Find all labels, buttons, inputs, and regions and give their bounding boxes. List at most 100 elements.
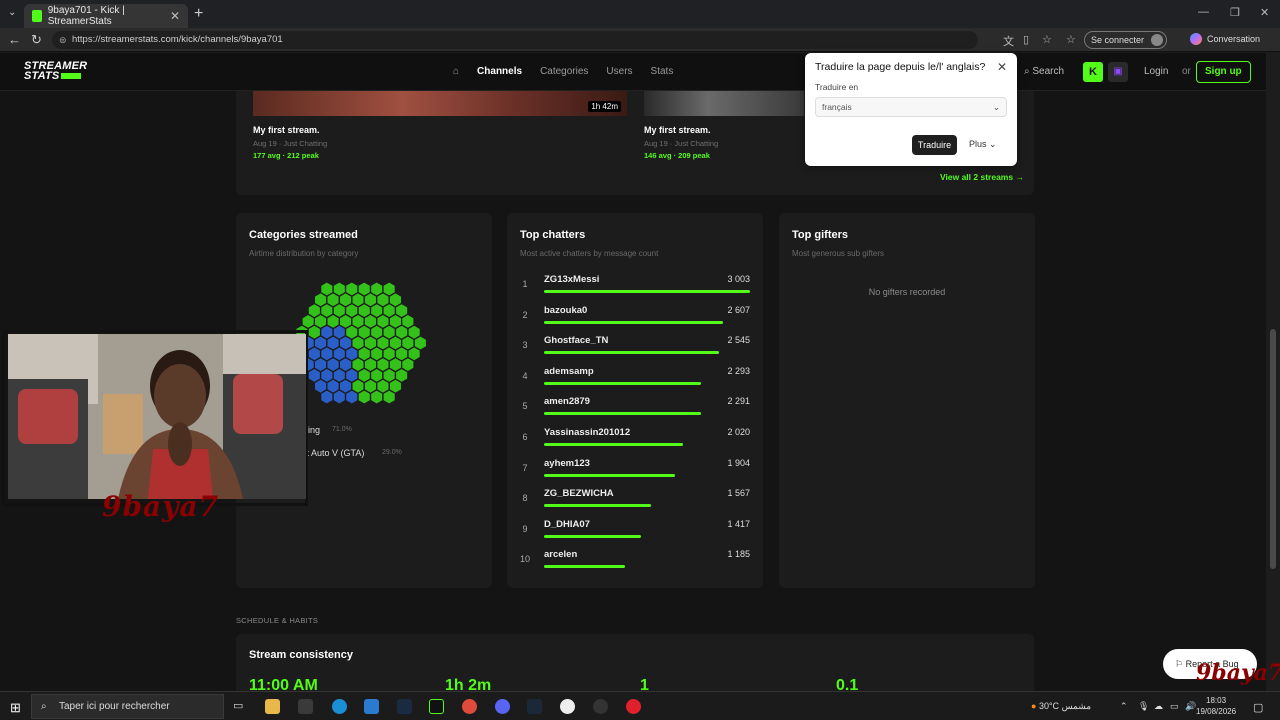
task-view-icon[interactable]: ▭ xyxy=(233,699,248,714)
steam-icon[interactable] xyxy=(527,699,542,714)
consistency-stat: 11:00 AM xyxy=(249,677,318,691)
back-icon[interactable]: ← xyxy=(8,32,21,47)
nav-categories[interactable]: Categories xyxy=(540,66,588,77)
chatter-name[interactable]: ZG13xMessi xyxy=(544,274,599,285)
chatter-name[interactable]: Yassinassin201012 xyxy=(544,427,630,438)
bug-icon: ⚐ xyxy=(1175,659,1186,669)
stream-title[interactable]: My first stream. xyxy=(644,125,711,135)
chatter-bar xyxy=(544,534,642,538)
chatter-row[interactable]: 7 ayhem123 1 904 xyxy=(514,454,750,485)
chatter-row[interactable]: 6 Yassinassin201012 2 020 xyxy=(514,423,750,454)
tab-list-chevron-icon[interactable]: ⌄ xyxy=(8,7,16,18)
chatter-row[interactable]: 5 amen2879 2 291 xyxy=(514,392,750,423)
profile-button[interactable]: Se connecter xyxy=(1084,31,1168,49)
language-select[interactable]: français ⌄ xyxy=(815,97,1007,117)
streamerstats-logo[interactable]: STREAMER STATS xyxy=(24,61,87,82)
discord-icon[interactable] xyxy=(495,699,510,714)
chatter-name[interactable]: bazouka0 xyxy=(544,305,587,316)
chatter-row[interactable]: 1 ZG13xMessi 3 003 xyxy=(514,270,750,301)
steam-like-icon[interactable] xyxy=(397,699,412,714)
volume-icon[interactable]: 🔊 xyxy=(1185,701,1196,712)
mail-icon[interactable] xyxy=(364,699,379,714)
chatter-name[interactable]: arcelen xyxy=(544,549,577,560)
consistency-stat: 1 xyxy=(640,677,649,691)
tab-close-icon[interactable]: ✕ xyxy=(170,9,180,23)
chatter-row[interactable]: 2 bazouka0 2 607 xyxy=(514,301,750,332)
store-icon[interactable] xyxy=(298,699,313,714)
browser-tab[interactable]: 9baya701 - Kick | StreamerStats ✕ xyxy=(24,4,188,28)
taskbar-search[interactable]: ⌕ Taper ici pour rechercher xyxy=(31,694,224,719)
stream-thumbnail[interactable] xyxy=(644,91,804,116)
page-scrollbar[interactable] xyxy=(1266,53,1280,691)
translate-button[interactable]: Traduire xyxy=(912,135,957,155)
close-icon[interactable]: ✕ xyxy=(997,60,1007,74)
translate-icon[interactable]: 文 xyxy=(1003,33,1014,49)
chatter-row[interactable]: 9 D_DHIA07 1 417 xyxy=(514,515,750,546)
stream-thumbnail[interactable]: 1h 42m xyxy=(253,91,627,116)
address-bar[interactable]: ⊜ https://streamerstats.com/kick/channel… xyxy=(52,31,978,49)
more-button[interactable]: Plus ⌄ xyxy=(969,139,997,150)
close-window-icon[interactable]: ✕ xyxy=(1260,6,1269,19)
app-icon[interactable] xyxy=(429,699,444,714)
hex-cell-chatting xyxy=(346,325,358,339)
chatter-bar xyxy=(544,351,719,355)
file-explorer-icon[interactable] xyxy=(265,699,280,714)
cloud-icon[interactable]: ☁ xyxy=(1154,701,1163,712)
site-info-icon[interactable]: ⊜ xyxy=(59,31,67,49)
nav-channels[interactable]: Channels xyxy=(477,66,522,77)
chatter-name[interactable]: ayhem123 xyxy=(544,458,590,469)
nav-stats[interactable]: Stats xyxy=(651,66,674,77)
chatter-name[interactable]: D_DHIA07 xyxy=(544,519,590,530)
weather-widget[interactable]: ● 30°C مشمس xyxy=(1031,701,1091,712)
chatter-count: 1 904 xyxy=(727,457,750,468)
stream-title[interactable]: My first stream. xyxy=(253,125,320,135)
app-icon[interactable] xyxy=(560,699,575,714)
notifications-icon[interactable]: ▢ xyxy=(1253,701,1263,714)
hex-cell-chatting xyxy=(389,293,401,307)
new-tab-icon[interactable]: + xyxy=(194,5,203,23)
maximize-icon[interactable]: ❐ xyxy=(1230,6,1240,19)
consistency-stat: 0.1 xyxy=(836,677,859,691)
chatter-row[interactable]: 4 ademsamp 2 293 xyxy=(514,362,750,393)
chrome-icon[interactable] xyxy=(462,699,477,714)
chatter-name[interactable]: Ghostface_TN xyxy=(544,335,608,346)
hex-cell-gta xyxy=(333,390,345,404)
chatter-count: 2 607 xyxy=(727,304,750,315)
app-icon[interactable] xyxy=(593,699,608,714)
minimize-icon[interactable]: — xyxy=(1198,6,1209,18)
scrollbar-thumb[interactable] xyxy=(1270,329,1276,569)
view-all-streams-link[interactable]: View all 2 streams → xyxy=(940,172,1024,182)
mic-icon[interactable]: 🎙 xyxy=(1138,701,1149,712)
search-button[interactable]: ⌕ Search xyxy=(1024,66,1064,77)
clock[interactable]: 18:03 19/08/2026 xyxy=(1196,695,1236,717)
windows-start-icon[interactable]: ⊞ xyxy=(10,700,21,716)
twitch-filter-button[interactable]: ▣ xyxy=(1108,62,1128,82)
stream-meta: Aug 19 · Just Chatting xyxy=(644,139,719,148)
chatter-name[interactable]: amen2879 xyxy=(544,396,590,407)
hex-cell-gta xyxy=(340,379,352,393)
chatter-name[interactable]: ademsamp xyxy=(544,366,594,377)
hex-cell-chatting xyxy=(402,358,414,371)
hex-cell-chatting xyxy=(402,336,414,350)
hex-cell-chatting xyxy=(383,390,395,404)
signup-button[interactable]: Sign up xyxy=(1196,61,1251,83)
edge-icon[interactable] xyxy=(332,699,347,714)
chatter-row[interactable]: 10 arcelen 1 185 xyxy=(514,545,750,576)
tray-chevron-icon[interactable]: ⌃ xyxy=(1120,701,1128,712)
favorites-icon[interactable]: ☆ xyxy=(1066,33,1076,46)
favorite-star-icon[interactable]: ☆ xyxy=(1042,33,1052,46)
reader-icon[interactable]: ▯ xyxy=(1023,33,1029,46)
url-text: https://streamerstats.com/kick/channels/… xyxy=(72,34,283,45)
chatter-name[interactable]: ZG_BEZWICHA xyxy=(544,488,614,499)
chatter-row[interactable]: 3 Ghostface_TN 2 545 xyxy=(514,331,750,362)
kick-filter-button[interactable]: K xyxy=(1083,62,1103,82)
chatter-row[interactable]: 8 ZG_BEZWICHA 1 567 xyxy=(514,484,750,515)
app-icon[interactable] xyxy=(626,699,641,714)
network-icon[interactable]: ▭ xyxy=(1170,701,1179,712)
copilot-button[interactable]: Conversation xyxy=(1190,33,1260,45)
login-link[interactable]: Login xyxy=(1144,66,1168,77)
section-label: SCHEDULE & HABITS xyxy=(236,616,319,625)
home-icon[interactable]: ⌂ xyxy=(453,66,459,77)
refresh-icon[interactable]: ↻ xyxy=(31,32,42,48)
nav-users[interactable]: Users xyxy=(606,66,632,77)
